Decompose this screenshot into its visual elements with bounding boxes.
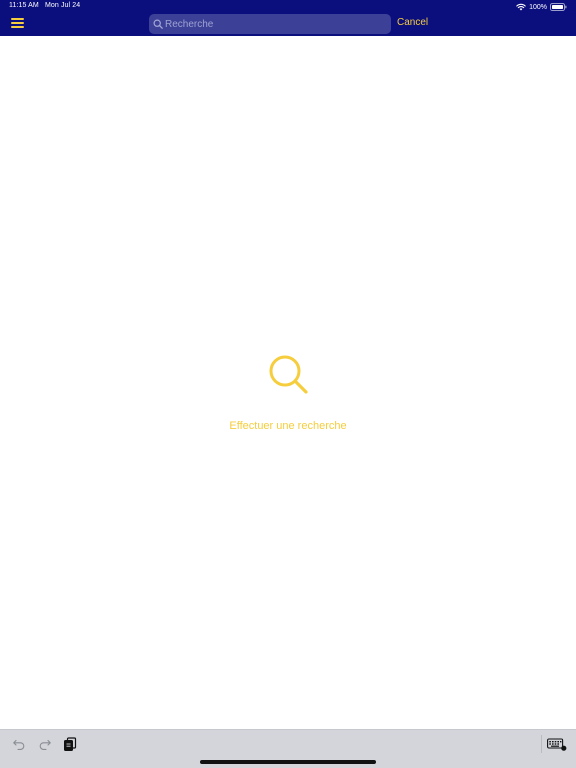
top-header: 11:15 AM Mon Jul 24 100% Recherche Cance… — [0, 0, 576, 36]
undo-icon — [13, 739, 25, 750]
undo-button[interactable] — [12, 737, 26, 751]
toolbar-divider — [541, 735, 542, 753]
empty-state: Effectuer une recherche — [0, 354, 576, 432]
redo-icon — [39, 739, 51, 750]
menu-line — [11, 22, 24, 24]
empty-state-message: Effectuer une recherche — [229, 420, 347, 432]
home-indicator — [200, 760, 376, 764]
redo-button[interactable] — [38, 737, 52, 751]
keyboard-button[interactable] — [547, 737, 567, 751]
menu-line — [11, 26, 24, 28]
search-screen: 11:15 AM Mon Jul 24 100% Recherche Cance… — [0, 0, 576, 768]
cancel-button[interactable]: Cancel — [397, 17, 428, 28]
paste-button[interactable] — [63, 737, 77, 751]
battery-percentage: 100% — [529, 3, 547, 11]
search-icon — [269, 355, 308, 394]
keyboard-icon — [547, 738, 567, 751]
paste-icon — [64, 737, 77, 751]
status-date: Mon Jul 24 — [45, 2, 81, 9]
search-icon — [153, 19, 163, 29]
menu-line — [11, 18, 24, 20]
battery-icon — [550, 3, 567, 11]
wifi-icon — [516, 3, 526, 11]
search-bar[interactable] — [149, 14, 391, 34]
status-bar-right: 100% — [516, 2, 567, 12]
status-time: 11:15 AM — [9, 2, 39, 9]
status-bar-time: 11:15 AM Mon Jul 24 — [9, 2, 80, 9]
hamburger-menu-icon[interactable] — [11, 17, 25, 29]
search-input[interactable] — [165, 15, 385, 33]
